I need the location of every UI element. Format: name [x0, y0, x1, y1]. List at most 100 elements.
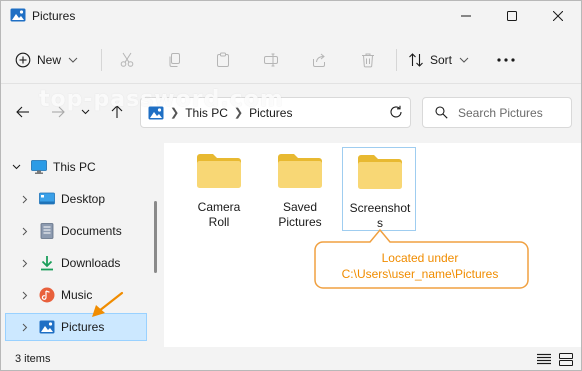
chevron-down-icon[interactable] — [10, 161, 22, 173]
sidebar-item-music[interactable]: Music — [1, 281, 153, 309]
close-icon — [553, 11, 563, 21]
sidebar-item-label: Documents — [61, 224, 122, 238]
toolbar-separator — [101, 49, 102, 71]
maximize-icon — [507, 11, 517, 21]
folder-name-line: Pictures — [278, 215, 322, 229]
file-explorer-window: Pictures New Sort ❯ This PC ❯ Pictures S… — [0, 0, 582, 371]
folder-name-line: Roll — [208, 215, 230, 229]
callout-text: Located under C:\Users\user_name\Picture… — [313, 250, 527, 282]
sidebar-item-pictures[interactable]: Pictures — [5, 313, 147, 341]
monitor-icon — [31, 160, 47, 174]
chevron-down-icon — [68, 57, 78, 63]
sidebar-item-downloads[interactable]: Downloads — [1, 249, 153, 277]
folder-item-camera-roll[interactable]: Camera Roll — [182, 147, 256, 231]
folder-name: Camera Roll — [182, 200, 256, 230]
folder-item-screenshots[interactable]: Screenshot s — [342, 147, 416, 231]
command-bar: New Sort — [1, 39, 581, 81]
download-icon — [41, 256, 53, 271]
search-input[interactable] — [458, 105, 568, 120]
folder-icon — [358, 155, 402, 189]
file-list: Camera Roll Saved Pictures Screenshot s — [164, 143, 581, 347]
refresh-icon — [390, 105, 402, 118]
pictures-icon — [148, 106, 164, 119]
folder-name-line: s — [377, 216, 383, 230]
desktop-icon — [39, 192, 55, 205]
title-bar[interactable]: Pictures — [1, 1, 581, 33]
maximize-button[interactable] — [489, 1, 535, 31]
details-view-button[interactable] — [535, 351, 553, 367]
callout-path: C:\Users\user_name\Pictures — [341, 267, 499, 281]
share-button[interactable] — [306, 47, 332, 73]
sidebar-item-label: Downloads — [61, 256, 121, 270]
folder-name: Saved Pictures — [263, 200, 337, 230]
pictures-folder-icon — [10, 8, 26, 22]
sort-button[interactable]: Sort — [408, 44, 476, 76]
window-title: Pictures — [32, 9, 76, 23]
folder-icon — [197, 154, 241, 188]
item-count: 3 items — [15, 353, 51, 365]
callout-line: Located under — [381, 251, 459, 265]
chevron-right-icon[interactable] — [19, 257, 31, 269]
paste-button[interactable] — [210, 47, 236, 73]
toolbar-separator — [396, 49, 397, 71]
delete-button[interactable] — [355, 47, 381, 73]
folder-name-line: Saved — [282, 200, 318, 214]
minimize-icon — [461, 15, 471, 17]
recent-locations-button[interactable] — [78, 99, 92, 125]
copy-button[interactable] — [162, 47, 188, 73]
documents-icon — [40, 223, 54, 239]
chevron-right-icon[interactable] — [19, 193, 31, 205]
new-button[interactable]: New — [15, 44, 91, 76]
navigation-pane-scrollbar[interactable] — [154, 201, 157, 273]
refresh-button[interactable] — [386, 102, 406, 122]
sort-button-label: Sort — [430, 53, 453, 67]
folder-icon — [278, 154, 322, 188]
chevron-down-icon — [459, 57, 469, 63]
list-view-icon — [537, 353, 551, 365]
sidebar-item-documents[interactable]: Documents — [1, 217, 153, 245]
sidebar-item-label: This PC — [53, 160, 96, 174]
sidebar-item-label: Desktop — [61, 192, 106, 206]
sort-icon — [409, 53, 423, 67]
rename-button[interactable] — [258, 47, 284, 73]
pictures-icon — [39, 320, 55, 334]
breadcrumb-pictures[interactable]: Pictures — [249, 106, 292, 120]
forward-button[interactable] — [47, 99, 69, 125]
sidebar-item-desktop[interactable]: Desktop — [1, 185, 153, 213]
breadcrumb-separator-icon: ❯ — [233, 107, 244, 119]
plus-circle-icon — [15, 52, 31, 68]
trash-icon — [362, 53, 374, 68]
sidebar-item-label: Music — [61, 288, 93, 302]
chevron-down-icon — [81, 109, 89, 115]
minimize-button[interactable] — [443, 1, 489, 31]
sidebar-item-label: Pictures — [61, 320, 105, 334]
breadcrumb-separator-icon: ❯ — [170, 107, 180, 119]
address-bar[interactable]: ❯ This PC ❯ Pictures — [140, 97, 411, 128]
sidebar-item-this-pc[interactable]: This PC — [1, 153, 153, 181]
chevron-right-icon[interactable] — [19, 321, 31, 333]
folder-name: Screenshot s — [343, 201, 417, 231]
search-box[interactable] — [422, 97, 572, 128]
tiles-view-button[interactable] — [557, 351, 575, 367]
search-icon — [435, 106, 448, 119]
more-options-button[interactable] — [491, 47, 521, 73]
ellipsis-icon — [497, 58, 515, 62]
back-button[interactable] — [12, 99, 34, 125]
chevron-right-icon[interactable] — [19, 289, 31, 301]
cut-button[interactable] — [114, 47, 140, 73]
arrow-left-icon — [16, 106, 29, 118]
toolbar-divider — [1, 83, 581, 84]
up-button[interactable] — [106, 99, 128, 125]
music-icon — [39, 287, 55, 303]
share-icon — [313, 53, 325, 67]
chevron-right-icon[interactable] — [19, 225, 31, 237]
scissors-icon — [120, 52, 134, 67]
navigation-bar: ❯ This PC ❯ Pictures — [1, 89, 581, 135]
rename-icon — [264, 53, 278, 67]
breadcrumb-this-pc[interactable]: This PC — [185, 106, 228, 120]
copy-icon — [169, 53, 180, 67]
close-button[interactable] — [535, 1, 581, 31]
folder-item-saved-pictures[interactable]: Saved Pictures — [263, 147, 337, 231]
clipboard-icon — [217, 52, 229, 67]
folder-name-line: Screenshot — [349, 201, 411, 215]
